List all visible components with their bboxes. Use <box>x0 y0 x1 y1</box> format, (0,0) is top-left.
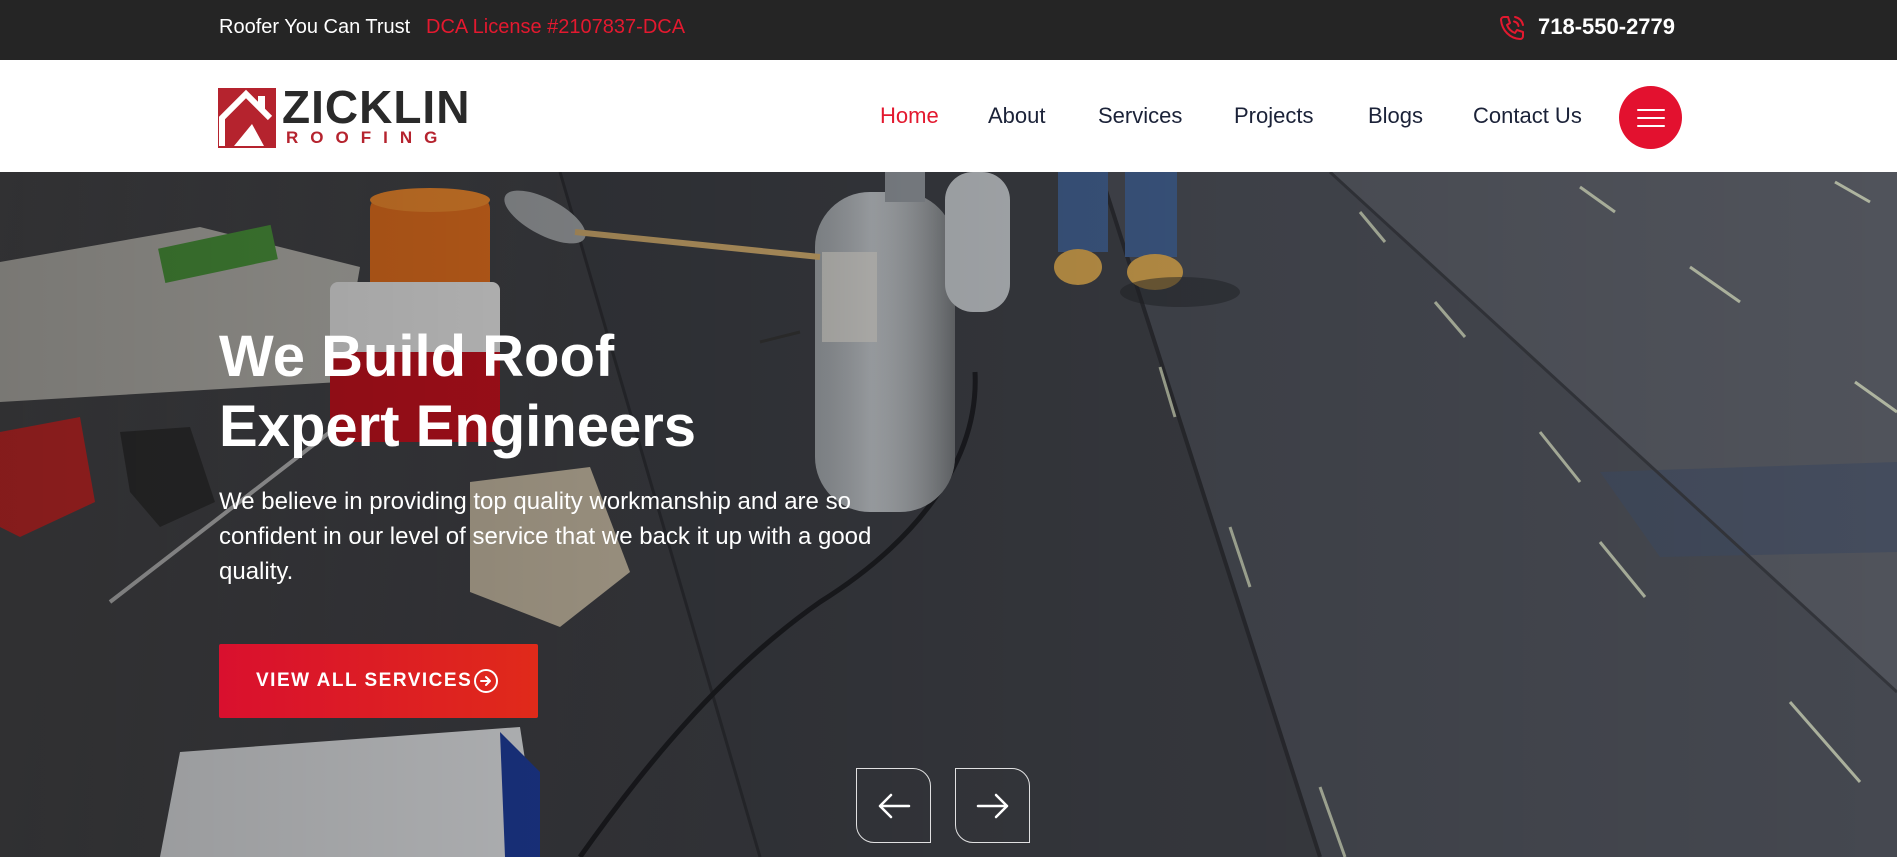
phone-icon <box>1500 16 1524 40</box>
nav-projects[interactable]: Projects <box>1234 103 1313 129</box>
hero-title: We Build Roof Expert Engineers <box>219 322 919 462</box>
hamburger-menu-icon <box>1637 109 1665 111</box>
hamburger-line <box>1637 117 1665 119</box>
slider-prev-button[interactable] <box>856 768 931 843</box>
slider-next-button[interactable] <box>955 768 1030 843</box>
zicklin-roofing-logo[interactable]: ZICKLIN ROOFING <box>218 84 472 148</box>
hero-banner: We Build Roof Expert Engineers We believ… <box>0 172 1897 857</box>
view-all-services-button[interactable]: VIEW ALL SERVICES <box>219 644 538 718</box>
tagline: Roofer You Can Trust <box>219 16 411 38</box>
arrow-right-icon <box>976 793 1009 819</box>
nav-services[interactable]: Services <box>1098 103 1182 129</box>
logo-word: ZICKLIN <box>282 81 471 133</box>
hero-title-line-2: Expert Engineers <box>219 394 697 459</box>
hero-description: We believe in providing top quality work… <box>219 488 872 585</box>
cta-label: VIEW ALL SERVICES <box>256 670 473 691</box>
phone-link[interactable]: 718-550-2779 <box>1538 14 1675 40</box>
hamburger-line <box>1637 125 1665 127</box>
hero-title-line-1: We Build Roof <box>219 324 615 389</box>
logo-roof-mark <box>218 88 276 148</box>
circle-arrow-right-icon <box>474 669 498 693</box>
hamburger-menu-button[interactable] <box>1619 86 1682 149</box>
license-number: DCA License #2107837-DCA <box>426 16 686 38</box>
nav-blogs[interactable]: Blogs <box>1368 103 1423 129</box>
logo-subtitle: ROOFING <box>286 128 450 147</box>
nav-home[interactable]: Home <box>880 103 939 129</box>
top-bar: Roofer You Can Trust DCA License #210783… <box>0 0 1897 60</box>
nav-about[interactable]: About <box>988 103 1046 129</box>
site-header: ZICKLIN ROOFING Home About Services Proj… <box>0 60 1897 172</box>
arrow-left-icon <box>878 793 911 819</box>
nav-contact-us[interactable]: Contact Us <box>1473 103 1582 129</box>
